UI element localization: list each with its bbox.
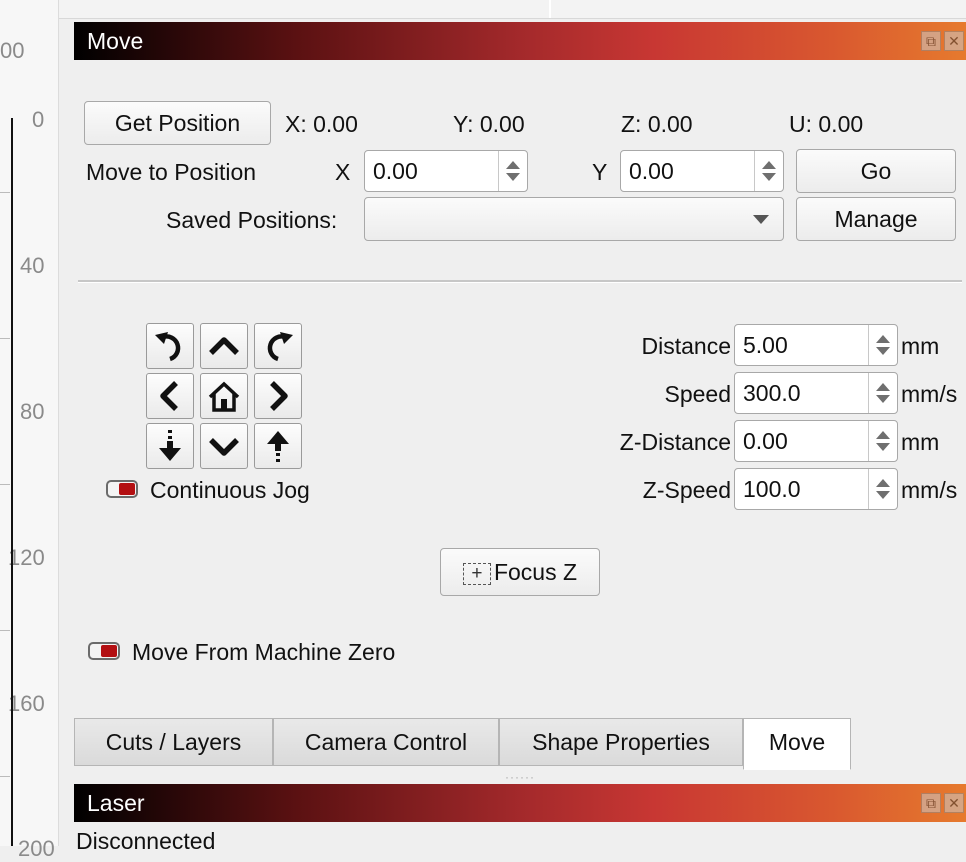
move-to-position-label: Move to Position [86, 159, 257, 185]
jog-up-button[interactable] [200, 323, 248, 369]
float-icon[interactable]: ⧉ [921, 31, 941, 51]
ruler-tick [0, 484, 10, 485]
move-x-label: X [335, 159, 351, 185]
move-panel-title: Move [87, 28, 144, 54]
z-up-icon [267, 431, 289, 462]
z-distance-unit: mm [901, 429, 940, 455]
float-icon[interactable]: ⧉ [921, 793, 941, 813]
distance-field[interactable]: 5.00 [734, 324, 898, 366]
canvas-edge-line [11, 118, 13, 846]
ruler-label: 160 [8, 691, 45, 716]
splitter-handle[interactable]: ······ [505, 770, 535, 784]
laser-panel-title: Laser [87, 790, 145, 816]
manage-button[interactable]: Manage [796, 197, 956, 241]
z-up-button[interactable] [254, 423, 302, 469]
z-speed-unit: mm/s [901, 477, 958, 503]
position-y-readout: Y: 0.00 [453, 111, 525, 137]
arrow-down-icon [209, 438, 239, 456]
rotate-cw-button[interactable] [254, 323, 302, 369]
ruler-label: 00 [0, 38, 25, 63]
tab-move[interactable]: Move [743, 718, 851, 770]
ruler-label: 80 [20, 399, 45, 424]
ruler-tick [0, 192, 10, 193]
z-down-button[interactable] [146, 423, 194, 469]
z-speed-label: Z-Speed [642, 477, 731, 503]
distance-value: 5.00 [743, 332, 788, 358]
close-icon[interactable]: ✕ [944, 793, 964, 813]
go-button[interactable]: Go [796, 149, 956, 193]
ruler-tick [0, 338, 10, 339]
laser-panel-titlebar: Laser ⧉ ✕ [74, 784, 966, 822]
jog-down-button[interactable] [200, 423, 248, 469]
laser-status-text: Disconnected [76, 828, 216, 854]
divider [78, 280, 962, 283]
move-x-value: 0.00 [373, 158, 418, 184]
z-speed-stepper[interactable] [868, 469, 897, 509]
distance-unit: mm [901, 333, 940, 359]
arrow-right-icon [270, 381, 288, 411]
tab-cuts-layers[interactable]: Cuts / Layers [74, 718, 273, 766]
z-speed-field[interactable]: 100.0 [734, 468, 898, 510]
focus-z-button[interactable]: + Focus Z [440, 548, 600, 596]
ruler-label: 0 [32, 107, 45, 132]
move-y-stepper[interactable] [754, 151, 783, 191]
home-button[interactable] [200, 373, 248, 419]
ruler-label: 40 [20, 253, 45, 278]
z-speed-value: 100.0 [743, 476, 801, 502]
jog-left-button[interactable] [146, 373, 194, 419]
move-x-stepper[interactable] [498, 151, 527, 191]
speed-label: Speed [664, 381, 731, 407]
home-icon [208, 381, 240, 412]
z-down-icon [159, 430, 181, 461]
close-icon[interactable]: ✕ [944, 31, 964, 51]
get-position-button[interactable]: Get Position [84, 101, 271, 145]
speed-value: 300.0 [743, 380, 801, 406]
top-strip-separator [549, 0, 551, 18]
speed-unit: mm/s [901, 381, 958, 407]
z-distance-label: Z-Distance [619, 429, 731, 455]
arrow-up-icon [209, 337, 239, 355]
saved-positions-select[interactable] [364, 197, 784, 241]
move-panel-titlebar: Move ⧉ ✕ [74, 22, 966, 60]
position-u-readout: U: 0.00 [789, 111, 864, 137]
continuous-jog-toggle[interactable] [106, 480, 138, 498]
ruler-tick [0, 776, 10, 777]
arrow-left-icon [160, 381, 178, 411]
top-strip [0, 0, 966, 19]
vertical-ruler: 00 0 40 80 120 160 200 [0, 0, 59, 861]
speed-field[interactable]: 300.0 [734, 372, 898, 414]
tab-camera-control[interactable]: Camera Control [273, 718, 499, 766]
position-z-readout: Z: 0.00 [621, 111, 693, 137]
ruler-label: 120 [8, 545, 45, 570]
chevron-down-icon [753, 215, 769, 224]
move-from-machine-zero-label: Move From Machine Zero [132, 639, 396, 665]
distance-label: Distance [641, 333, 731, 359]
speed-stepper[interactable] [868, 373, 897, 413]
position-x-readout: X: 0.00 [285, 111, 358, 137]
focus-icon: + [462, 562, 491, 585]
move-y-label: Y [592, 159, 608, 185]
rotate-ccw-icon [155, 332, 181, 362]
move-from-machine-zero-toggle[interactable] [88, 642, 120, 660]
continuous-jog-label: Continuous Jog [150, 477, 310, 503]
distance-stepper[interactable] [868, 325, 897, 365]
move-y-value: 0.00 [629, 158, 674, 184]
ruler-label: 200 [18, 836, 55, 861]
saved-positions-label: Saved Positions: [166, 207, 338, 233]
move-y-field[interactable]: 0.00 [620, 150, 784, 192]
rotate-cw-icon [267, 332, 293, 362]
z-distance-field[interactable]: 0.00 [734, 420, 898, 462]
z-distance-stepper[interactable] [868, 421, 897, 461]
ruler-tick [0, 630, 10, 631]
jog-right-button[interactable] [254, 373, 302, 419]
move-x-field[interactable]: 0.00 [364, 150, 528, 192]
focus-z-label: Focus Z [493, 559, 578, 585]
tab-shape-properties[interactable]: Shape Properties [499, 718, 743, 766]
z-distance-value: 0.00 [743, 428, 788, 454]
rotate-ccw-button[interactable] [146, 323, 194, 369]
